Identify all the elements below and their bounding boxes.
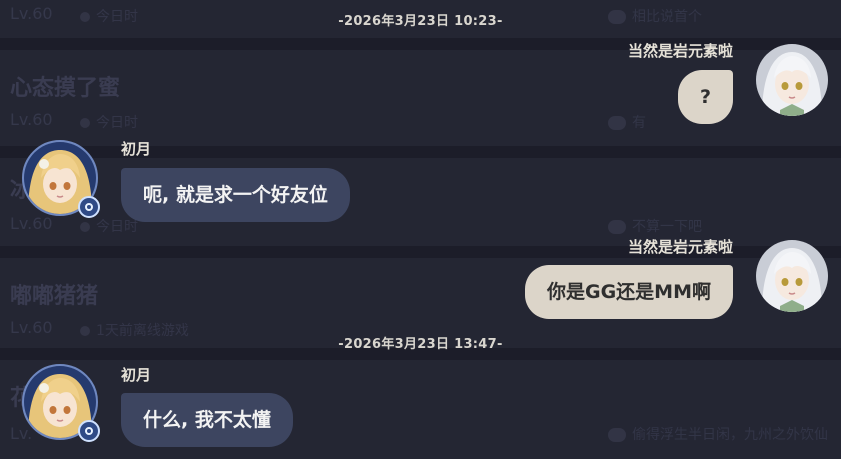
white-hair-character-icon — [756, 240, 828, 312]
chat-timestamp: -2026年3月23日 10:23- — [338, 14, 503, 29]
friend-list-background: Lv.60 今日时 相比说首个 心态摸了蜜 Lv.60 今日时 有 冰冰冷 Lv… — [0, 0, 841, 459]
sender-name: 当然是岩元素啦 — [627, 42, 733, 60]
status-badge-icon — [78, 196, 100, 218]
message-bubble-left[interactable]: 呃, 就是求一个好友位 — [121, 168, 350, 222]
avatar-self[interactable] — [756, 44, 828, 116]
message-bubble-right[interactable]: 你是GG还是MM啊 — [524, 265, 733, 319]
message-bubble-right[interactable]: ? — [677, 70, 733, 124]
chat-timestamp: -2026年3月23日 13:47- — [338, 337, 503, 352]
message-text: 你是GG还是MM啊 — [546, 281, 711, 303]
sender-name: 当然是岩元素啦 — [627, 238, 733, 256]
dim-overlay — [0, 0, 841, 459]
message-text: 呃, 就是求一个好友位 — [143, 184, 328, 206]
message-text: ? — [699, 86, 711, 108]
status-badge-icon — [78, 420, 100, 442]
message-text: 什么, 我不太懂 — [143, 409, 271, 431]
sender-name: 初月 — [121, 140, 152, 158]
avatar-self[interactable] — [756, 240, 828, 312]
sender-name: 初月 — [121, 366, 152, 384]
white-hair-character-icon — [756, 44, 828, 116]
message-bubble-left[interactable]: 什么, 我不太懂 — [121, 393, 293, 447]
